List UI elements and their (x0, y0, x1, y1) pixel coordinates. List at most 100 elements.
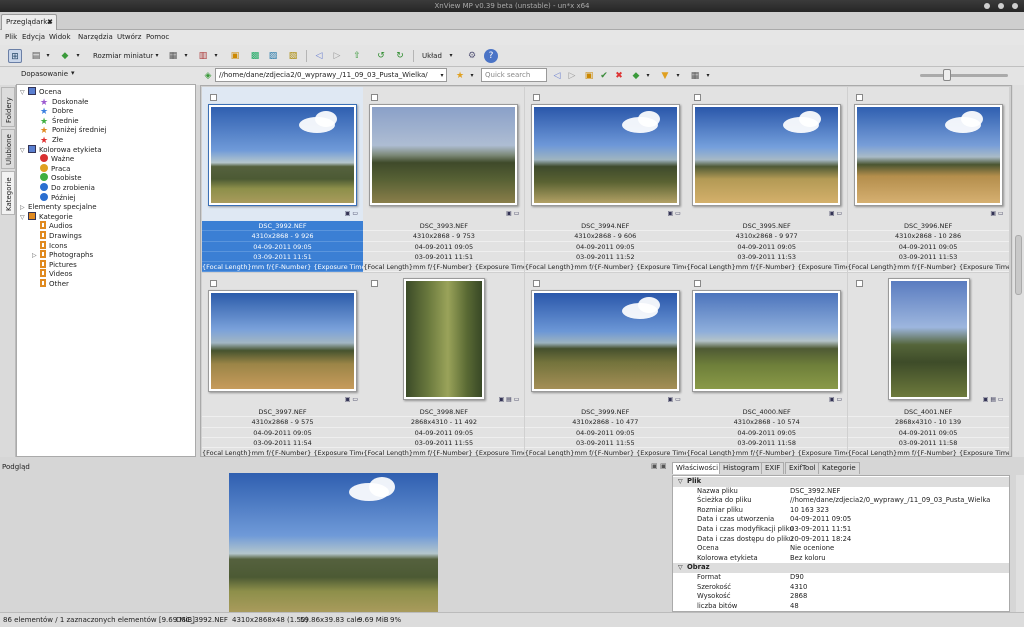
tree-item[interactable]: ★ Dobre (32, 106, 73, 117)
tag-filter-icon[interactable]: ◆ (58, 49, 72, 63)
tree-item[interactable]: Pictures (32, 259, 77, 270)
tree-item[interactable]: ★ Złe (32, 135, 63, 146)
thumbnail-cell[interactable]: ▣ ▭ DSC_3994.NEF 4310x2868 - 9 606 04-09-20… (524, 87, 686, 273)
menu-tools[interactable]: Narzędzia (78, 33, 113, 41)
thumbnail-image[interactable] (208, 104, 357, 206)
tree-expander-icon[interactable]: ▽ (20, 213, 28, 223)
tree-item[interactable]: Osobiste (32, 173, 82, 183)
menu-help[interactable]: Pomoc (146, 33, 169, 41)
thumbnail-image[interactable] (530, 104, 680, 206)
dropdown-arrow-icon[interactable]: ▾ (209, 49, 223, 63)
tab-categories-props[interactable]: Kategorie (818, 462, 860, 474)
thumbnail-cell[interactable]: ▣ ▭ DSC_3992.NEF 4310x2868 - 9 926 04-09-20… (202, 87, 363, 273)
tab-properties[interactable]: Właściwości (672, 462, 723, 474)
nav-back-icon[interactable]: ◁ (550, 69, 564, 83)
tree-item[interactable]: ▷ Elementy specjalne (20, 202, 97, 212)
tree-item[interactable]: ★ Poniżej średniej (32, 125, 107, 136)
back-icon[interactable]: ◁ (312, 49, 326, 63)
slideshow-icon[interactable]: ▩ (248, 49, 262, 63)
thumbnail-checkbox[interactable] (210, 94, 217, 101)
thumbnail-image[interactable] (853, 104, 1003, 206)
menu-file[interactable]: Plik (5, 33, 17, 41)
group-expander-icon[interactable]: ▽ (678, 563, 683, 573)
fit-dropdown[interactable]: Dopasowanie (21, 70, 68, 78)
thumbnail-checkbox[interactable] (210, 280, 217, 287)
thumbnail-cell[interactable]: ▣ ▭ DSC_3999.NEF 4310x2868 - 10 477 04-09-2… (524, 273, 686, 456)
tree-item[interactable]: ▷ Photographs (32, 250, 93, 260)
thumbnail-checkbox[interactable] (371, 280, 379, 287)
tree-item[interactable]: Do zrobienia (32, 183, 95, 193)
thumbnail-image[interactable] (887, 278, 970, 400)
tree-item[interactable]: ★ Średnie (32, 116, 79, 127)
tree-item[interactable]: ▽ Kategorie (20, 211, 73, 223)
thumbnail-checkbox[interactable] (855, 280, 863, 287)
thumbnail-checkbox[interactable] (694, 94, 702, 101)
nav-forward-icon[interactable]: ▷ (565, 69, 579, 83)
tree-item[interactable]: Drawings (32, 231, 82, 241)
view-options-icon[interactable]: ▦ (688, 69, 702, 83)
batch-convert-icon[interactable]: ▨ (266, 49, 280, 63)
menu-create[interactable]: Utwórz (117, 33, 141, 41)
maximize-button[interactable] (998, 3, 1004, 9)
tree-item[interactable]: Praca (32, 163, 70, 174)
thumbnail-cell[interactable]: ▣ ▤ ▭ DSC_4001.NEF 2868x4310 - 10 139 04-09… (847, 273, 1009, 456)
grid-scrollbar[interactable] (1013, 85, 1024, 457)
thumbnail-checkbox[interactable] (371, 94, 379, 101)
filter-icon[interactable]: ▼ (658, 69, 672, 83)
tab-favorites[interactable]: Ulubione (1, 129, 15, 169)
close-tab-icon[interactable]: ✖ (47, 15, 53, 29)
tree-item[interactable]: ▽ Ocena (20, 87, 61, 97)
dropdown-arrow-icon[interactable]: ▾ (71, 69, 75, 77)
scrollbar-thumb[interactable] (1015, 235, 1022, 295)
layout-label[interactable]: Układ (422, 52, 442, 60)
thumbnail-image[interactable] (369, 104, 519, 206)
tree-item[interactable]: ▽ Kolorowa etykieta (20, 144, 102, 156)
favorite-folder-icon[interactable]: ◈ (201, 69, 215, 83)
path-dropdown-icon[interactable]: ▾ (435, 69, 449, 83)
select-icon[interactable]: ✔ (597, 69, 611, 83)
quick-search-input[interactable]: Quick search (481, 68, 547, 82)
tree-expander-icon[interactable]: ▽ (20, 146, 28, 156)
minimize-button[interactable] (984, 3, 990, 9)
delete-icon[interactable]: ✖ (612, 69, 626, 83)
settings-gear-icon[interactable]: ⚙ (465, 49, 479, 63)
tree-item[interactable]: Icons (32, 240, 67, 251)
tree-item[interactable]: Ważne (32, 154, 74, 164)
properties-scrollbar[interactable] (1016, 475, 1024, 612)
folder-icon[interactable]: ▣ (582, 69, 596, 83)
close-panel-icon[interactable]: ▣ (660, 462, 667, 470)
thumbnail-checkbox[interactable] (532, 94, 540, 101)
help-icon[interactable]: ? (484, 49, 498, 63)
tab-exif[interactable]: EXIF (761, 462, 785, 474)
tree-item[interactable]: ★ Doskonałe (32, 97, 88, 108)
forward-icon[interactable]: ▷ (330, 49, 344, 63)
path-input[interactable]: //home/dane/zdjecia2/0_wyprawy_/11_09_03… (215, 68, 447, 82)
thumbnail-zoom-slider[interactable] (920, 69, 1008, 81)
thumbnail-image[interactable] (692, 290, 842, 392)
thumbnail-size-label[interactable]: Rozmiar miniatur (93, 52, 153, 60)
dropdown-arrow-icon[interactable]: ▾ (641, 69, 655, 83)
thumbnail-checkbox[interactable] (855, 94, 863, 101)
contact-sheet-icon[interactable]: ▧ (286, 49, 300, 63)
thumbnail-image[interactable] (403, 278, 486, 400)
slider-knob[interactable] (943, 69, 951, 81)
dropdown-arrow-icon[interactable]: ▾ (41, 49, 55, 63)
tree-item[interactable]: Other (32, 279, 69, 289)
dropdown-arrow-icon[interactable]: ▾ (150, 49, 164, 63)
dropdown-arrow-icon[interactable]: ▾ (444, 49, 458, 63)
thumbnail-cell[interactable]: ▣ ▭ DSC_3997.NEF 4310x2868 - 9 575 04-09-20… (202, 273, 363, 456)
thumbnail-cell[interactable]: ▣ ▭ DSC_3996.NEF 4310x2868 - 10 286 04-09-2… (847, 87, 1009, 273)
thumbnail-cell[interactable]: ▣ ▭ DSC_3995.NEF 4310x2868 - 9 977 04-09-20… (686, 87, 848, 273)
up-icon[interactable]: ⇧ (350, 49, 364, 63)
rotate-left-icon[interactable]: ↺ (374, 49, 388, 63)
tab-browser[interactable]: Przeglądarka ✖ (1, 14, 57, 30)
dropdown-arrow-icon[interactable]: ▾ (465, 69, 479, 83)
columns-icon[interactable]: ▥ (196, 49, 210, 63)
thumbnail-cell[interactable]: ▣ ▤ ▭ DSC_3998.NEF 2868x4310 - 11 492 04-09… (363, 273, 525, 456)
tree-item[interactable]: Videos (32, 269, 72, 279)
thumbnail-image[interactable] (530, 290, 680, 392)
tab-histogram[interactable]: Histogram (719, 462, 764, 474)
rotate-right-icon[interactable]: ↻ (393, 49, 407, 63)
close-window-button[interactable] (1012, 3, 1018, 9)
menu-edit[interactable]: Edycja (22, 33, 45, 41)
